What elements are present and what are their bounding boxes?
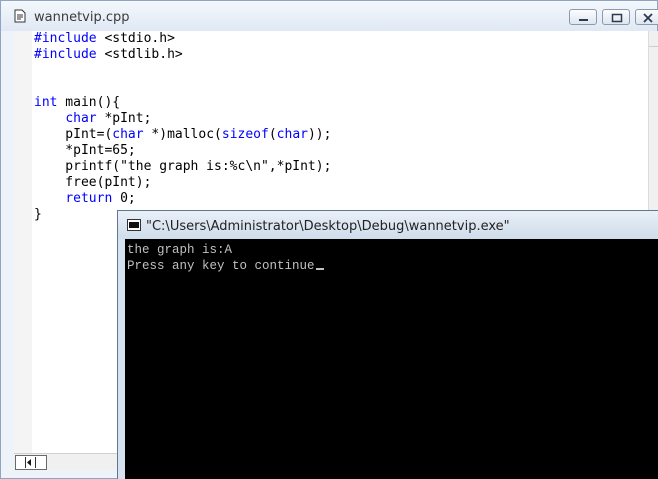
editor-gutter bbox=[14, 31, 32, 453]
minimize-button[interactable] bbox=[569, 9, 597, 25]
console-titlebar[interactable]: "C:\Users\Administrator\Desktop\Debug\wa… bbox=[118, 211, 658, 239]
console-app-icon bbox=[127, 219, 141, 231]
console-output-line: the graph is:A bbox=[127, 243, 233, 257]
code-token: free(pInt); bbox=[34, 175, 152, 190]
scroll-left-icon bbox=[25, 457, 36, 468]
code-token: <stdio.h> bbox=[96, 31, 175, 46]
code-text: #include <stdio.h> #include <stdlib.h> int… bbox=[34, 31, 331, 223]
code-line: *pInt=65; bbox=[34, 143, 331, 159]
console-text: the graph is:A Press any key to continue bbox=[127, 242, 324, 274]
code-keyword: #include bbox=[34, 47, 97, 62]
code-keyword: sizeof bbox=[221, 127, 269, 142]
horizontal-scrollbar[interactable] bbox=[14, 453, 118, 470]
console-prompt-line: Press any key to continue bbox=[127, 259, 315, 273]
code-line: return 0; bbox=[34, 191, 331, 207]
maximize-button[interactable] bbox=[602, 9, 630, 25]
console-window: "C:\Users\Administrator\Desktop\Debug\wa… bbox=[117, 210, 658, 479]
code-token: pInt=( bbox=[34, 127, 113, 142]
scroll-up-arrow[interactable] bbox=[649, 31, 658, 47]
code-line: free(pInt); bbox=[34, 175, 331, 191]
code-keyword: char bbox=[65, 111, 97, 126]
minimize-icon bbox=[579, 19, 588, 21]
code-line: printf("the graph is:%c\n",*pInt); bbox=[34, 159, 331, 175]
editor-title: wannetvip.cpp bbox=[34, 10, 130, 25]
console-output-area[interactable]: the graph is:A Press any key to continue bbox=[125, 239, 658, 479]
code-token: *)malloc( bbox=[143, 127, 222, 142]
code-keyword: char bbox=[112, 127, 144, 142]
code-keyword: char bbox=[276, 127, 308, 142]
code-token: 0; bbox=[112, 191, 136, 206]
code-token: )); bbox=[307, 127, 332, 142]
document-icon bbox=[14, 9, 26, 23]
code-line: int main(){ bbox=[34, 95, 331, 111]
close-button[interactable] bbox=[635, 9, 658, 25]
scroll-left-arrow[interactable] bbox=[15, 455, 47, 470]
code-token: <stdlib.h> bbox=[96, 47, 183, 62]
code-keyword: int bbox=[34, 95, 58, 110]
code-token: main(){ bbox=[57, 95, 121, 110]
maximize-icon bbox=[611, 13, 623, 23]
code-line: #include <stdio.h> bbox=[34, 31, 331, 47]
code-keyword: #include bbox=[34, 31, 97, 46]
code-line: #include <stdlib.h> bbox=[34, 47, 331, 63]
code-line: char *pInt; bbox=[34, 111, 331, 127]
close-icon bbox=[643, 13, 653, 23]
editor-titlebar[interactable]: wannetvip.cpp bbox=[1, 1, 658, 31]
code-token: } bbox=[34, 207, 42, 222]
code-token: *pInt; bbox=[96, 111, 152, 126]
code-keyword: return bbox=[65, 191, 113, 206]
code-token: ( bbox=[268, 127, 277, 142]
code-token: printf("the graph is:%c\n",*pInt); bbox=[34, 159, 332, 174]
code-token: *pInt=65; bbox=[34, 143, 136, 158]
text-cursor bbox=[315, 268, 324, 270]
code-line: pInt=(char *)malloc(sizeof(char)); bbox=[34, 127, 331, 143]
console-title: "C:\Users\Administrator\Desktop\Debug\wa… bbox=[146, 219, 510, 234]
